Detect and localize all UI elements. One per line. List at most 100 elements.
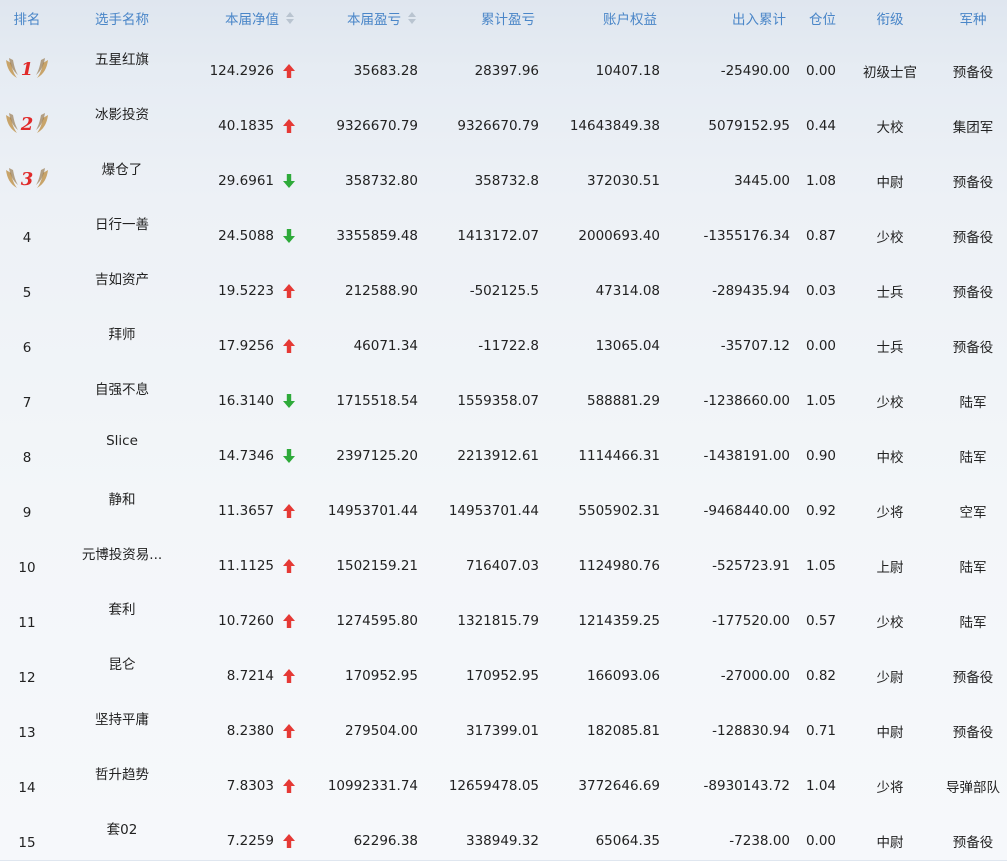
pnl-cell: 1274595.80 (300, 586, 418, 641)
equity-value: 372030.51 (586, 172, 660, 189)
cumulative-cell: 358732.8 (418, 146, 539, 201)
table-row[interactable]: 15 套02 7.2259 62296.38 338949.32 65064.3… (0, 806, 1007, 861)
equity-value: 1214359.25 (578, 612, 660, 629)
flow-value: -1238660.00 (703, 392, 790, 409)
player-name[interactable]: 自强不息 (66, 366, 178, 421)
table-row[interactable]: 5 吉如资产 19.5223 212588.90 -502125.5 47314… (0, 256, 1007, 311)
player-name-text[interactable]: 昆仑 (109, 653, 136, 673)
sort-icon[interactable] (408, 12, 416, 24)
arrow-down-icon (282, 448, 296, 464)
table-row[interactable]: 6 拜师 17.9256 46071.34 -11722.8 13065.04 … (0, 311, 1007, 366)
nav-cell: 8.7214 (178, 641, 300, 696)
player-name[interactable]: 哲升趋势 (66, 751, 178, 806)
position-cell: 0.92 (790, 476, 836, 531)
title-cell: 士兵 (846, 256, 934, 311)
player-name[interactable]: 静和 (66, 476, 178, 531)
player-name-text[interactable]: 五星红旗 (95, 48, 149, 68)
player-name-text[interactable]: 吉如资产 (95, 268, 149, 288)
table-row[interactable]: 12 昆仑 8.7214 170952.95 170952.95 166093.… (0, 641, 1007, 696)
header-position: 仓位 (790, 0, 836, 36)
player-name-text[interactable]: 套利 (109, 598, 136, 618)
player-name-text[interactable]: 爆仓了 (102, 158, 143, 178)
header-nav-sortable[interactable]: 本届净值 (178, 0, 300, 36)
table-row[interactable]: 7 自强不息 16.3140 1715518.54 1559358.07 588… (0, 366, 1007, 421)
player-name[interactable]: 拜师 (66, 311, 178, 366)
equity-cell: 14643849.38 (539, 91, 660, 146)
player-name-text[interactable]: 冰影投资 (95, 103, 149, 123)
player-name[interactable]: 坚持平庸 (66, 696, 178, 751)
nav-value: 7.8303 (226, 777, 274, 794)
player-name-text[interactable]: 自强不息 (95, 378, 149, 398)
player-name-text[interactable]: 静和 (109, 488, 136, 508)
equity-cell: 372030.51 (539, 146, 660, 201)
rank-cell: 8 (0, 421, 54, 476)
arrow-up-icon (282, 503, 296, 519)
player-name[interactable]: 日行一善 (66, 201, 178, 256)
rank-cell: 4 (0, 201, 54, 256)
position-value: 0.82 (805, 667, 836, 684)
player-name[interactable]: 昆仑 (66, 641, 178, 696)
flow-cell: -8930143.72 (660, 751, 790, 806)
rank-number: 6 (22, 339, 32, 356)
title-value: 中尉 (876, 834, 904, 851)
player-name[interactable]: 五星红旗 (66, 36, 178, 91)
pnl-value: 358732.80 (344, 172, 418, 189)
table-row[interactable]: 14 哲升趋势 7.8303 10992331.74 12659478.05 3… (0, 751, 1007, 806)
flow-cell: -1355176.34 (660, 201, 790, 256)
equity-value: 1114466.31 (578, 447, 660, 464)
player-name-text[interactable]: 元博投资易... (82, 543, 162, 563)
branch-cell: 空军 (934, 476, 1007, 531)
table-row[interactable]: 4 日行一善 24.5088 3355859.48 1413172.07 200… (0, 201, 1007, 256)
table-row[interactable]: 9 静和 11.3657 14953701.44 14953701.44 550… (0, 476, 1007, 531)
table-row[interactable]: 8 Slice 14.7346 2397125.20 2213912.61 11… (0, 421, 1007, 476)
player-name[interactable]: 冰影投资 (66, 91, 178, 146)
title-value: 士兵 (876, 339, 904, 356)
table-row[interactable]: 3 爆仓了 29.6961 358732.80 358732.8 372030.… (0, 146, 1007, 201)
equity-value: 47314.08 (595, 282, 660, 299)
player-name[interactable]: 吉如资产 (66, 256, 178, 311)
pnl-value: 2397125.20 (336, 447, 418, 464)
table-row[interactable]: 11 套利 10.7260 1274595.80 1321815.79 1214… (0, 586, 1007, 641)
table-row[interactable]: 13 坚持平庸 8.2380 279504.00 317399.01 18208… (0, 696, 1007, 751)
cumulative-cell: 28397.96 (418, 36, 539, 91)
position-cell: 0.00 (790, 36, 836, 91)
header-equity-label: 账户权益 (603, 12, 657, 28)
nav-value: 19.5223 (218, 282, 274, 299)
table-row[interactable]: 10 元博投资易... 11.1125 1502159.21 716407.03… (0, 531, 1007, 586)
player-name-text[interactable]: 哲升趋势 (95, 763, 149, 783)
pnl-cell: 1502159.21 (300, 531, 418, 586)
header-equity: 账户权益 (539, 0, 660, 36)
player-name-text[interactable]: Slice (106, 433, 138, 449)
player-name[interactable]: 爆仓了 (66, 146, 178, 201)
rank-number: 14 (18, 779, 36, 796)
position-value: 0.00 (805, 62, 836, 79)
cumulative-value: -502125.5 (469, 282, 539, 299)
branch-value: 空军 (959, 504, 987, 521)
sort-icon[interactable] (286, 12, 294, 24)
nav-value: 7.2259 (226, 832, 274, 849)
table-row[interactable]: 2 冰影投资 40.1835 9326670.79 9326670.79 146… (0, 91, 1007, 146)
flow-cell: -27000.00 (660, 641, 790, 696)
player-name[interactable]: 套02 (66, 806, 178, 861)
cumulative-value: 12659478.05 (448, 777, 539, 794)
player-name[interactable]: Slice (66, 421, 178, 476)
header-name-label: 选手名称 (95, 12, 149, 28)
branch-value: 陆军 (959, 449, 987, 466)
player-name-text[interactable]: 日行一善 (95, 213, 149, 233)
header-pnl-sortable[interactable]: 本届盈亏 (300, 0, 418, 36)
player-name-text[interactable]: 坚持平庸 (95, 708, 149, 728)
table-row[interactable]: 1 五星红旗 124.2926 35683.28 28397.96 10407.… (0, 36, 1007, 91)
medal-badge-icon: 2 (6, 112, 48, 135)
nav-cell: 40.1835 (178, 91, 300, 146)
position-value: 1.05 (805, 392, 836, 409)
pnl-cell: 2397125.20 (300, 421, 418, 476)
arrow-up-icon (282, 283, 296, 299)
player-name-text[interactable]: 拜师 (109, 323, 136, 343)
pnl-cell: 35683.28 (300, 36, 418, 91)
player-name-text[interactable]: 套02 (107, 818, 138, 838)
player-name[interactable]: 套利 (66, 586, 178, 641)
branch-cell: 预备役 (934, 146, 1007, 201)
equity-value: 14643849.38 (569, 117, 660, 134)
player-name[interactable]: 元博投资易... (66, 531, 178, 586)
equity-value: 10407.18 (595, 62, 660, 79)
